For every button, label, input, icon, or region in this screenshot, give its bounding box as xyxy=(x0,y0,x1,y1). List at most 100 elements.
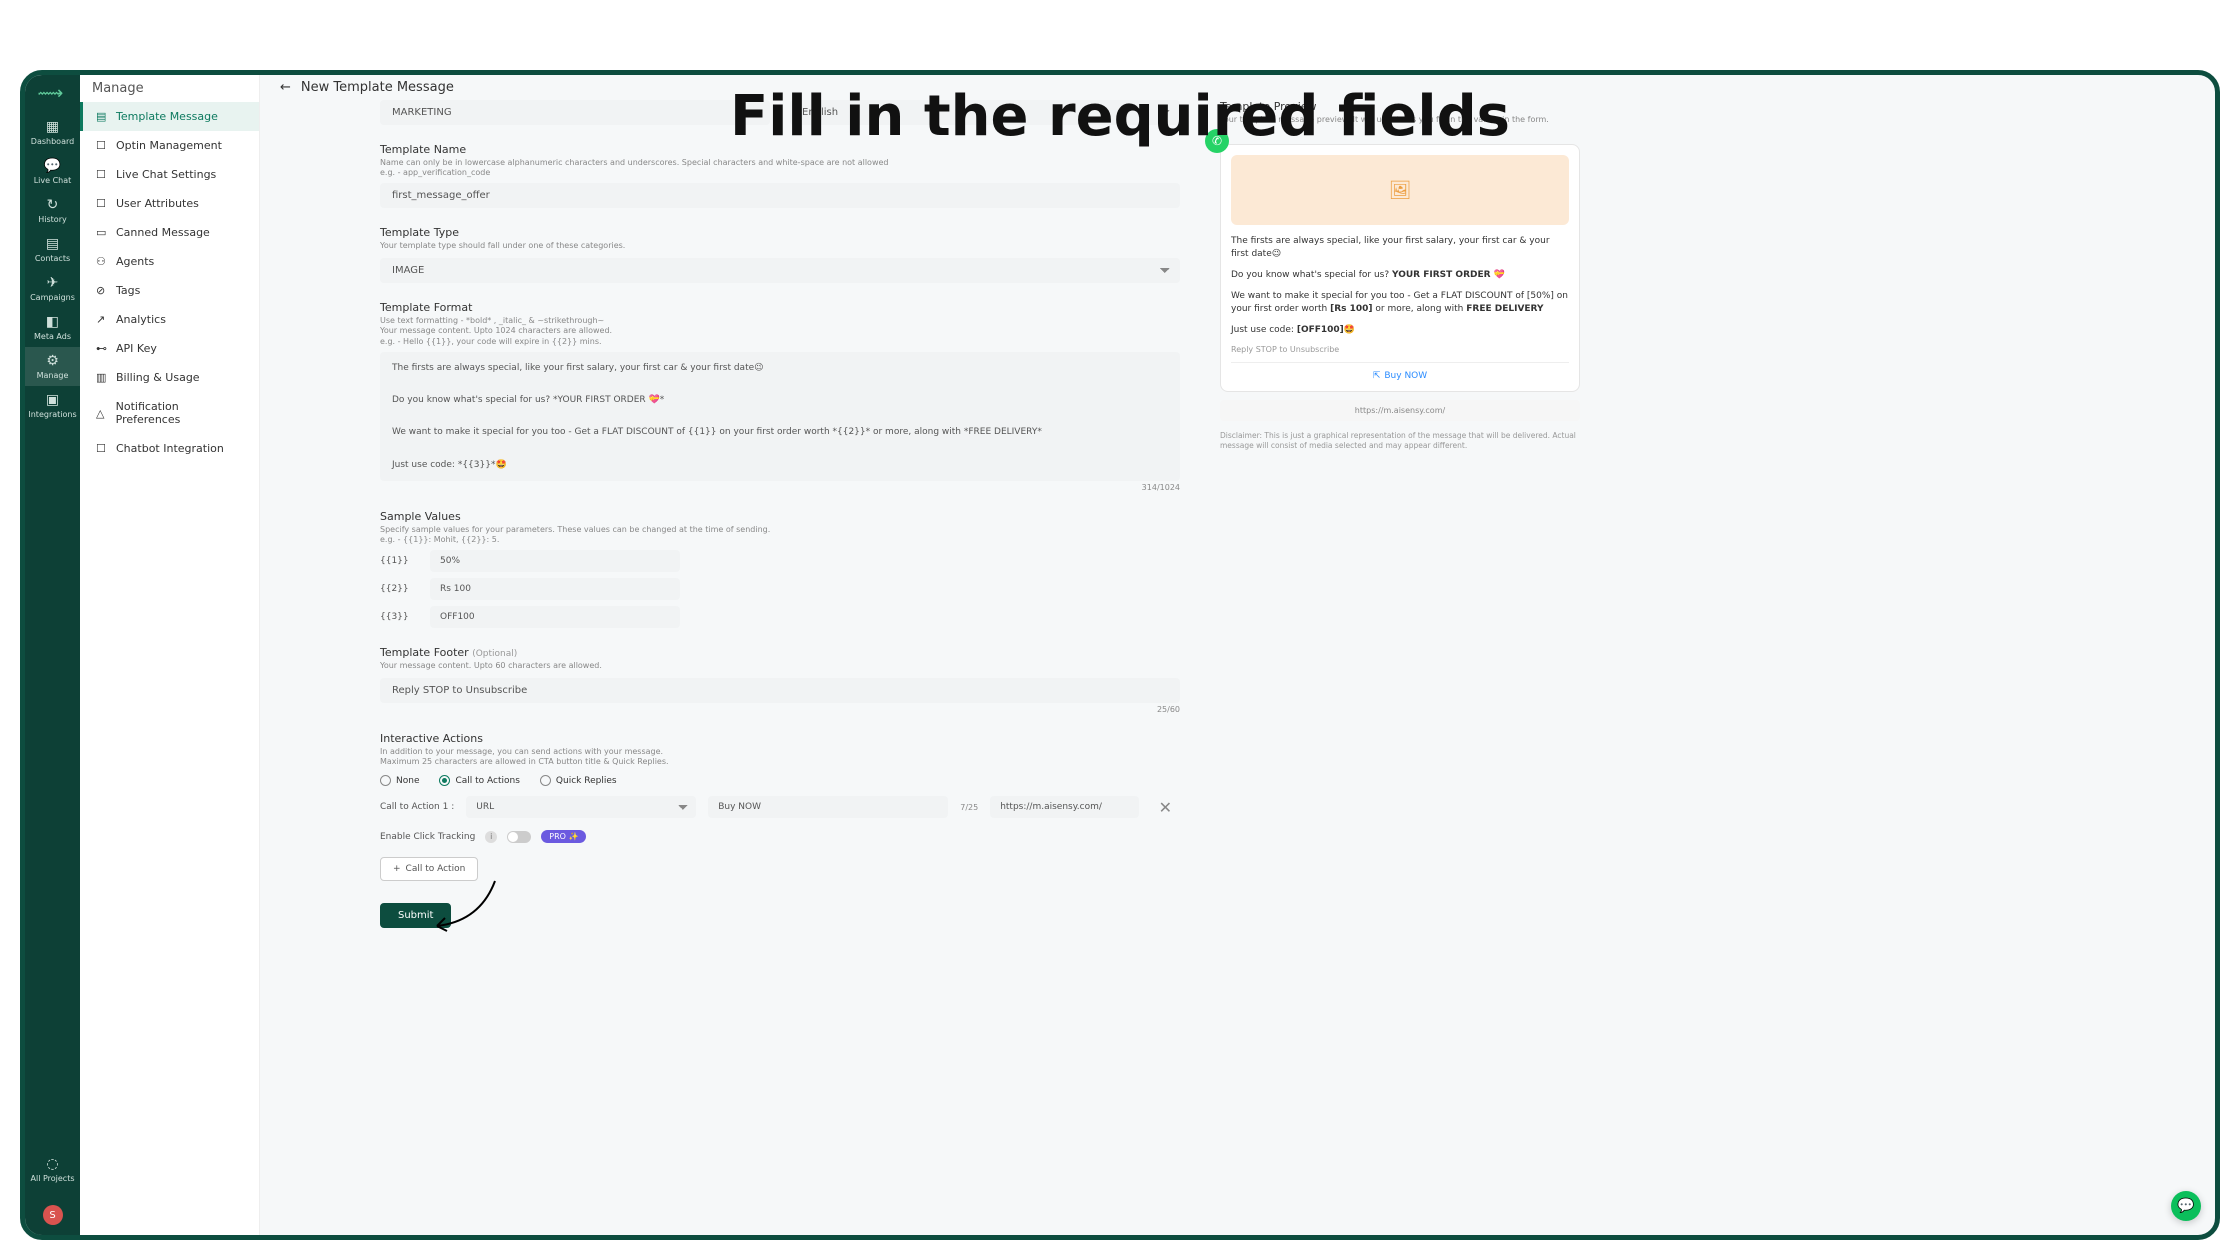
tracking-toggle[interactable] xyxy=(507,831,531,843)
sidebar-header: Manage xyxy=(80,75,259,102)
page-title: New Template Message xyxy=(301,80,454,95)
nav-rail: ⟿ ▦Dashboard 💬Live Chat ↻History ▤Contac… xyxy=(25,75,80,1235)
campaign-icon: ✈ xyxy=(25,275,80,291)
preview-line: The firsts are always special, like your… xyxy=(1231,235,1569,261)
cta1-text-input[interactable] xyxy=(708,796,948,818)
template-format-title: Template Format xyxy=(380,301,1180,314)
footer-input[interactable] xyxy=(380,678,1180,703)
app-frame: ⟿ ▦Dashboard 💬Live Chat ↻History ▤Contac… xyxy=(20,70,2220,1240)
optional-tag: (Optional) xyxy=(472,649,517,659)
sidebar-item-notifications[interactable]: △Notification Preferences xyxy=(80,392,259,434)
sv-input-2[interactable] xyxy=(430,578,680,600)
rail-integrations[interactable]: ▣ Integrations xyxy=(25,386,80,425)
sidebar-item-apikey[interactable]: ⊷API Key xyxy=(80,334,259,363)
rail-label: Meta Ads xyxy=(34,332,71,341)
language-select[interactable]: English xyxy=(790,100,1180,125)
billing-icon: ▥ xyxy=(96,371,108,384)
dashboard-icon: ▦ xyxy=(25,119,80,135)
rail-label: Campaigns xyxy=(30,293,75,302)
sidebar-item-template-message[interactable]: ▤ Template Message xyxy=(80,102,259,131)
sv-input-3[interactable] xyxy=(430,606,680,628)
bell-icon: △ xyxy=(96,407,108,420)
cta1-type-select[interactable]: URL xyxy=(466,796,696,818)
sidebar-item-label: Template Message xyxy=(116,110,218,123)
preview-card: 🖼 The firsts are always special, like yo… xyxy=(1220,144,1580,392)
integrations-icon: ▣ xyxy=(25,392,80,408)
page-title-row: ← New Template Message xyxy=(260,75,2215,100)
rail-label: History xyxy=(38,215,66,224)
help-fab[interactable]: 💬 xyxy=(2171,1191,2201,1221)
attributes-icon: ☐ xyxy=(96,197,108,210)
submit-button[interactable]: Submit xyxy=(380,903,451,928)
sv-input-1[interactable] xyxy=(430,550,680,572)
template-name-example: e.g. - app_verification_code xyxy=(380,168,1180,177)
rail-label: Live Chat xyxy=(34,176,72,185)
sample-value-row: {{2}} xyxy=(380,578,1180,600)
preview-image-placeholder: 🖼 xyxy=(1231,155,1569,225)
cta1-url-input[interactable] xyxy=(990,796,1138,818)
user-avatar[interactable]: S xyxy=(43,1205,63,1225)
preview-line: We want to make it special for you too -… xyxy=(1231,290,1569,316)
sidebar-item-canned[interactable]: ▭Canned Message xyxy=(80,218,259,247)
template-type-select[interactable]: IMAGE xyxy=(380,258,1180,283)
rail-manage[interactable]: ⚙Manage xyxy=(25,347,80,386)
rail-livechat[interactable]: 💬Live Chat xyxy=(25,152,80,191)
add-cta-button[interactable]: +Call to Action xyxy=(380,857,478,881)
interactive-title: Interactive Actions xyxy=(380,732,1180,745)
back-arrow-icon[interactable]: ← xyxy=(280,80,291,95)
sidebar-item-analytics[interactable]: ↗Analytics xyxy=(80,305,259,334)
radio-label: Quick Replies xyxy=(556,776,617,786)
chatbot-icon: ☐ xyxy=(96,442,108,455)
template-type-help: Your template type should fall under one… xyxy=(380,241,1180,251)
sidebar-item-optin[interactable]: ☐Optin Management xyxy=(80,131,259,160)
sidebar-item-livechat-settings[interactable]: ☐Live Chat Settings xyxy=(80,160,259,189)
template-format-help2: Your message content. Upto 1024 characte… xyxy=(380,326,1180,336)
rail-all-projects[interactable]: ◌ All Projects xyxy=(25,1150,80,1189)
info-icon[interactable]: i xyxy=(485,831,497,843)
preview-title: Template Preview xyxy=(1220,100,1580,113)
rail-metaads[interactable]: ◧Meta Ads xyxy=(25,308,80,347)
preview-cta-button[interactable]: ⇱Buy NOW xyxy=(1231,362,1569,381)
category-select[interactable]: MARKETING xyxy=(380,100,770,125)
rail-label: Dashboard xyxy=(31,137,74,146)
sv-label: {{2}} xyxy=(380,584,410,594)
radio-icon xyxy=(540,775,551,786)
preview-body: The firsts are always special, like your… xyxy=(1231,235,1569,337)
sidebar-item-user-attributes[interactable]: ☐ User Attributes xyxy=(80,189,259,218)
cta1-remove-icon[interactable]: ✕ xyxy=(1151,798,1180,817)
radio-none[interactable]: None xyxy=(380,775,419,786)
template-format-help1: Use text formatting - *bold* , _italic_ … xyxy=(380,316,1180,326)
page: ← New Template Message MARKETING English… xyxy=(260,75,2215,1235)
projects-icon: ◌ xyxy=(25,1156,80,1172)
template-name-help: Name can only be in lowercase alphanumer… xyxy=(380,158,1180,168)
template-name-input[interactable] xyxy=(380,183,1180,208)
sidebar-item-agents[interactable]: ⚇Agents xyxy=(80,247,259,276)
rail-label: Integrations xyxy=(28,410,76,419)
template-format-help3: e.g. - Hello {{1}}, your code will expir… xyxy=(380,337,1180,346)
radio-cta[interactable]: Call to Actions xyxy=(439,775,519,786)
sidebar-item-billing[interactable]: ▥ Billing & Usage xyxy=(80,363,259,392)
rail-label: All Projects xyxy=(31,1174,75,1183)
radio-icon xyxy=(439,775,450,786)
external-link-icon: ⇱ xyxy=(1373,371,1381,381)
preview-column: Template Preview Your template message p… xyxy=(1220,100,1580,451)
sidebar: Manage ▤ Template Message ☐Optin Manageme… xyxy=(80,75,260,1235)
history-icon: ↻ xyxy=(25,197,80,213)
rail-campaigns[interactable]: ✈ Campaigns xyxy=(25,269,80,308)
template-format-textarea[interactable]: The firsts are always special, like your… xyxy=(380,352,1180,481)
sidebar-item-tags[interactable]: ⊘Tags xyxy=(80,276,259,305)
cta1-label: Call to Action 1 : xyxy=(380,802,454,812)
rail-history[interactable]: ↻ History xyxy=(25,191,80,230)
sidebar-item-label: Billing & Usage xyxy=(116,371,200,384)
agents-icon: ⚇ xyxy=(96,255,108,268)
sidebar-item-label: User Attributes xyxy=(116,197,199,210)
sidebar-item-chatbot[interactable]: ☐ Chatbot Integration xyxy=(80,434,259,463)
rail-contacts[interactable]: ▤Contacts xyxy=(25,230,80,269)
template-icon: ▤ xyxy=(96,110,108,123)
sv-label: {{3}} xyxy=(380,612,410,622)
radio-quick-replies[interactable]: Quick Replies xyxy=(540,775,617,786)
plus-icon: + xyxy=(393,864,401,874)
rail-dashboard[interactable]: ▦ Dashboard xyxy=(25,113,80,152)
sidebar-item-label: Tags xyxy=(116,284,140,297)
sidebar-item-label: Chatbot Integration xyxy=(116,442,224,455)
